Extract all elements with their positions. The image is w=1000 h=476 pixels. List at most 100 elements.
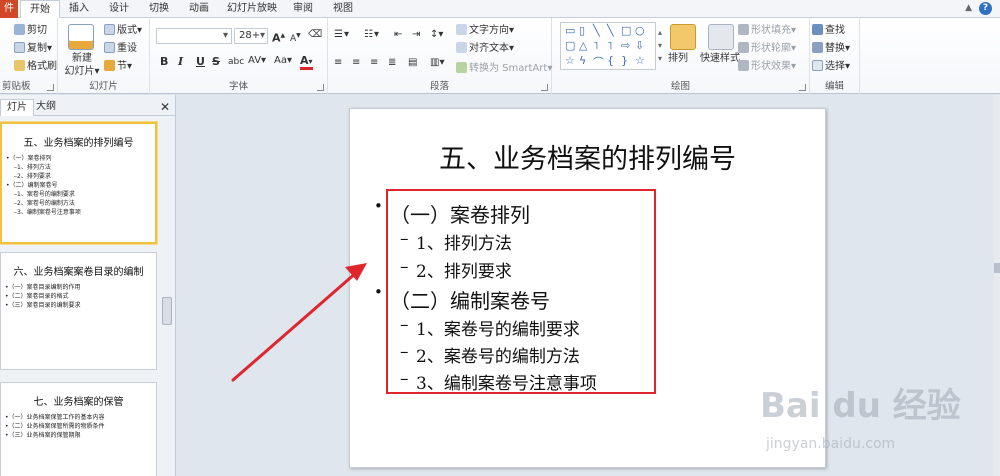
shapes-gallery[interactable]: ▭ ▯ ╲ ╲ □ ○ ▢ △ ˥ ˥ ⇨ ⇩ ☆ ϟ ⌒ { } ☆ [560, 22, 656, 70]
gallery-scroll-icon[interactable]: ▴ ▾ ▾ [658, 26, 662, 65]
shadow-button[interactable]: abc [228, 57, 244, 67]
font-color-button[interactable]: A▾ [300, 55, 313, 70]
down-arrow-shape-icon[interactable]: ⇩ [635, 39, 644, 52]
layout-button[interactable]: 版式▾ [104, 24, 142, 37]
reset-button[interactable]: 重设 [104, 42, 137, 55]
pen-icon [738, 42, 749, 53]
shrink-font-button[interactable]: A▼ [290, 29, 301, 46]
char-spacing-button[interactable]: AV▾ [248, 55, 266, 66]
cut-button[interactable]: 剪切 [14, 24, 47, 37]
slide-thumbnail-2[interactable]: 六、业务档案案卷目录的编制 •（一）案卷目录编制的作用 •（二）案卷目录的格式 … [0, 252, 157, 370]
quick-styles-icon[interactable] [708, 24, 734, 50]
textbox-shape-icon[interactable]: ▭ [565, 24, 575, 37]
convert-smartart-button[interactable]: 转换为 SmartArt▾ [456, 62, 552, 75]
curve-shape-icon[interactable]: ⌒ [593, 54, 604, 70]
underline-button[interactable]: U [196, 55, 205, 68]
align-text-button[interactable]: 对齐文本▾ [456, 42, 514, 55]
numbering-button[interactable]: ☷▾ [364, 28, 380, 41]
star-shape-icon[interactable]: ☆ [565, 54, 575, 67]
font-size-combo[interactable]: 28+ ▾ [234, 28, 268, 44]
clipboard-group: 剪切 复制▾ 格式刷 剪贴板 [0, 18, 58, 94]
watermark-url: jingyan.baidu.com [766, 436, 896, 452]
distributed-button[interactable]: ▤ [408, 56, 417, 69]
effects-icon [738, 60, 749, 71]
help-icon[interactable]: ? [979, 2, 992, 15]
star5-shape-icon[interactable]: ☆ [635, 54, 645, 67]
align-center-button[interactable]: ≡ [352, 56, 360, 69]
shape-fill-button[interactable]: 形状填充▾ [738, 24, 796, 37]
tab-transitions[interactable]: 切换 [144, 0, 174, 18]
grow-font-button[interactable]: A▲ [272, 29, 285, 45]
paragraph-group-label: 段落 [429, 81, 449, 92]
section-button[interactable]: 节▾ [104, 60, 132, 73]
slides-pane-scrollbar[interactable] [160, 121, 174, 476]
arrange-icon[interactable] [670, 24, 696, 50]
right-arrow-shape-icon[interactable]: ⇨ [621, 39, 630, 52]
align-left-button[interactable]: ≡ [334, 56, 342, 69]
increase-indent-button[interactable]: ⇥ [412, 28, 420, 41]
font-group-label: 字体 [228, 81, 248, 92]
select-button[interactable]: 选择▾ [812, 60, 850, 73]
strikethrough-button[interactable]: S [212, 55, 220, 68]
thumbnail-title: 七、业务档案的保管 [33, 397, 124, 408]
tab-insert[interactable]: 插入 [64, 0, 94, 18]
brace-left-shape-icon[interactable]: { [607, 54, 614, 67]
new-slide-icon[interactable] [68, 24, 94, 50]
find-button[interactable]: 查找 [812, 24, 845, 37]
tab-design[interactable]: 设计 [104, 0, 134, 18]
tab-home[interactable]: 开始 [20, 0, 60, 19]
scrollbar-thumb[interactable] [994, 263, 1000, 273]
vtextbox-shape-icon[interactable]: ▯ [579, 24, 585, 37]
font-name-combo[interactable]: ▾ [156, 28, 232, 44]
paragraph-launcher-icon[interactable] [541, 84, 548, 91]
new-slide-dropdown[interactable]: 幻灯片▾ [64, 65, 100, 78]
minimize-ribbon-icon[interactable]: ▲ [965, 3, 972, 13]
align-right-button[interactable]: ≡ [370, 56, 378, 69]
shape-outline-button[interactable]: 形状轮廓▾ [738, 42, 796, 55]
elbow-shape-icon[interactable]: ˥ [593, 39, 598, 52]
slide-thumbnail-3[interactable]: 七、业务档案的保管 •（一）业务档案保管工作的基本内容 •（二）业务档案保管所需… [0, 382, 157, 476]
cursor-icon [812, 60, 823, 71]
scrollbar-thumb[interactable] [162, 297, 172, 325]
tab-view[interactable]: 视图 [328, 0, 358, 18]
quick-styles-button[interactable]: 快速样式 [700, 52, 740, 65]
tab-slides[interactable]: 灯片 [0, 99, 34, 116]
lightning-shape-icon[interactable]: ϟ [579, 54, 586, 67]
change-case-button[interactable]: Aa▾ [274, 55, 292, 66]
italic-button[interactable]: I [178, 55, 183, 68]
format-painter-button[interactable]: 格式刷 [14, 60, 57, 73]
line-spacing-button[interactable]: ↕▾ [430, 28, 443, 41]
replace-button[interactable]: 替换▾ [812, 42, 850, 55]
tab-outline[interactable]: 大纲 [30, 99, 62, 116]
copy-button[interactable]: 复制▾ [14, 42, 52, 55]
decrease-indent-button[interactable]: ⇤ [394, 28, 402, 41]
brace-right-shape-icon[interactable]: } [621, 54, 628, 67]
oval-shape-icon[interactable]: ○ [635, 24, 645, 37]
rect-shape-icon[interactable]: □ [621, 24, 631, 37]
font-launcher-icon[interactable] [317, 84, 324, 91]
pane-tabs: 灯片 大纲 ✕ [0, 99, 176, 116]
bold-button[interactable]: B [160, 55, 168, 68]
arrange-button[interactable]: 排列 [668, 52, 688, 65]
tab-slideshow[interactable]: 幻灯片放映 [224, 0, 280, 18]
triangle-shape-icon[interactable]: △ [579, 39, 587, 52]
thumbnail-bullet: –3、编制案卷号注意事项 [14, 209, 81, 216]
line-shape-icon[interactable]: ╲ [593, 24, 600, 37]
shape-effects-button[interactable]: 形状效果▾ [738, 60, 796, 73]
elbow2-shape-icon[interactable]: ˥ [607, 39, 612, 52]
tab-animations[interactable]: 动画 [184, 0, 214, 18]
new-slide-button[interactable]: 新建 幻灯片▾ [64, 52, 100, 78]
slide-thumbnail-1[interactable]: 五、业务档案的排列编号 •（一）案卷排列 –1、排列方法 –2、排列要求 •（二… [0, 122, 157, 244]
justify-button[interactable]: ≣ [388, 56, 396, 69]
tab-review[interactable]: 审阅 [288, 0, 318, 18]
columns-button[interactable]: ▥▾ [430, 56, 444, 69]
rounded-rect-shape-icon[interactable]: ▢ [565, 39, 575, 52]
tab-file[interactable]: 件 [0, 0, 18, 18]
close-icon[interactable]: ✕ [160, 100, 170, 114]
line2-shape-icon[interactable]: ╲ [607, 24, 614, 37]
clipboard-launcher-icon[interactable] [47, 84, 54, 91]
clear-format-icon[interactable]: ⌫ [308, 28, 322, 41]
drawing-launcher-icon[interactable] [799, 84, 806, 91]
bullets-button[interactable]: ☰▾ [334, 28, 350, 41]
text-direction-button[interactable]: 文字方向▾ [456, 24, 514, 37]
